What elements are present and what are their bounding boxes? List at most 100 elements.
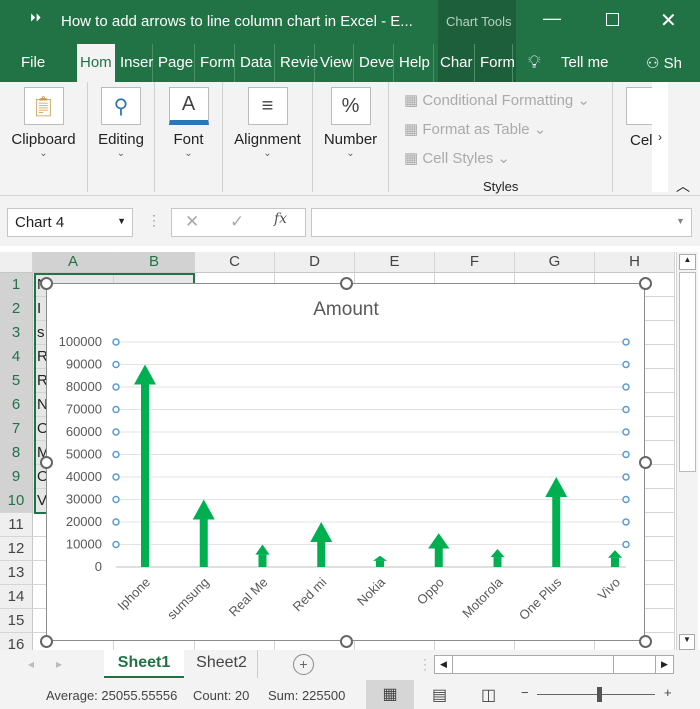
ribbon-scroll-right[interactable]: › [652,82,668,192]
zoom-slider[interactable] [537,694,655,695]
row-header-10[interactable]: 10 [0,489,33,513]
insert-function-button[interactable]: fx [274,211,287,227]
cell-styles-button[interactable]: ▦ Cell Styles ⌄ [404,149,510,167]
maximize-button[interactable] [606,13,619,26]
marker-left [112,495,120,504]
resize-handle[interactable] [40,456,53,469]
conditional-formatting-button[interactable]: ▦ Conditional Formatting ⌄ [404,91,590,109]
ribbon-tab-file[interactable]: File [18,44,58,82]
page-layout-view-button[interactable]: ▤ [432,685,447,705]
row-header-9[interactable]: 9 [0,465,33,489]
column-header-d[interactable]: D [275,252,355,273]
ribbon-tab-form[interactable]: Form [197,44,235,82]
zoom-slider-thumb[interactable] [597,687,602,702]
select-all[interactable] [0,252,33,273]
row-header-15[interactable]: 15 [0,609,33,633]
resize-handle[interactable] [639,277,652,290]
resize-handle[interactable] [340,635,353,648]
row-header-14[interactable]: 14 [0,585,33,609]
clipboard-icon: 📋︎ [23,87,64,125]
y-tick-label: 10000 [66,537,102,552]
collapse-ribbon-button[interactable]: ︿ [676,176,690,196]
next-sheet-icon[interactable]: ▸ [56,657,62,671]
column-header-c[interactable]: C [195,252,275,273]
ribbon-tab-hom[interactable]: Hom [77,44,115,82]
format-as-table-button[interactable]: ▦ Format as Table ⌄ [404,120,546,138]
zoom-out-button[interactable]: − [521,685,529,700]
row-header-5[interactable]: 5 [0,369,33,393]
name-box[interactable]: Chart 4 ▼ [7,208,133,237]
row-header-6[interactable]: 6 [0,393,33,417]
row-header-13[interactable]: 13 [0,561,33,585]
row-header-11[interactable]: 11 [0,513,33,537]
page-break-view-button[interactable]: ◫ [481,685,496,705]
column-header-g[interactable]: G [515,252,595,273]
tell-me[interactable]: Tell me [561,54,609,71]
marker-left [112,383,120,391]
group-label: Clipboard [11,131,76,148]
row-header-4[interactable]: 4 [0,345,33,369]
ribbon-tab-inser[interactable]: Inser [117,44,153,82]
splitter-handle[interactable]: ⋮ [418,656,432,673]
bar-shaft [552,497,561,567]
sheet-tab-sheet1[interactable]: Sheet1 [104,650,184,678]
ribbon-group-font[interactable]: A Font ⌄ [155,82,223,192]
x-tick-label: Real Me [226,575,271,620]
name-box-value: Chart 4 [15,214,65,231]
bar-arrowhead [490,549,505,558]
ribbon-group-number[interactable]: % Number ⌄ [313,82,389,192]
resize-handle[interactable] [40,635,53,648]
row-header-7[interactable]: 7 [0,417,33,441]
more-icon: ⋮ [147,212,161,228]
row-header-3[interactable]: 3 [0,321,33,345]
marker-left [112,473,120,481]
row-header-1[interactable]: 1 [0,273,33,297]
column-header-a[interactable]: A [33,252,114,273]
quick-access-icon[interactable]: ⏵⏵ [30,12,41,25]
vertical-scrollbar[interactable]: ▲ ▼ [676,252,698,652]
close-button[interactable]: ✕ [660,8,677,33]
ribbon-group-alignment[interactable]: ≡ Alignment ⌄ [223,82,313,192]
ribbon-tab-page[interactable]: Page [155,44,195,82]
resize-handle[interactable] [340,277,353,290]
column-header-e[interactable]: E [355,252,435,273]
column-header-h[interactable]: H [595,252,675,273]
column-header-b[interactable]: B [114,252,195,273]
enter-icon[interactable]: ✓ [230,212,244,232]
formula-input[interactable] [311,208,692,237]
share-button[interactable]: ⚇ Sh [646,54,682,72]
ribbon-group-clipboard[interactable]: 📋︎ Clipboard ⌄ [0,82,88,192]
ribbon-tab-data[interactable]: Data [237,44,275,82]
marker-right [622,518,630,526]
column-header-f[interactable]: F [435,252,515,273]
ribbon-tab-form[interactable]: Form [477,44,515,82]
cells-label[interactable]: Cel [630,132,653,149]
row-header-8[interactable]: 8 [0,441,33,465]
minimize-button[interactable]: — [543,8,561,29]
resize-handle[interactable] [639,635,652,648]
scroll-thumb[interactable] [679,272,696,472]
ribbon-group-editing[interactable]: ⚲ Editing ⌄ [88,82,155,192]
ribbon-tab-help[interactable]: Help [396,44,434,82]
horizontal-scrollbar[interactable]: ◀ ▶ [434,655,674,674]
ribbon-tab-view[interactable]: View [317,44,354,82]
ribbon-tab-char[interactable]: Char [437,44,475,82]
zoom-in-button[interactable]: + [664,685,672,700]
add-sheet-button[interactable]: + [293,654,314,675]
label: Cell Styles [422,150,494,167]
resize-handle[interactable] [40,277,53,290]
y-tick-label: 40000 [66,469,102,484]
ribbon-tab-revie[interactable]: Revie [277,44,318,82]
row-header-12[interactable]: 12 [0,537,33,561]
normal-view-button[interactable]: ▦ [366,680,414,709]
group-label: Editing [98,131,144,148]
x-tick-label: Red mi [290,574,330,614]
row-header-2[interactable]: 2 [0,297,33,321]
ribbon-tab-deve[interactable]: Deve [356,44,394,82]
cancel-icon[interactable]: ✕ [185,212,199,232]
marker-right [622,495,630,504]
sheet-tab-sheet2[interactable]: Sheet2 [186,650,258,678]
chart[interactable]: Amount 0 10000 20000 30000 40000 50000 60000 700… [46,283,645,641]
prev-sheet-icon[interactable]: ◂ [28,657,34,671]
resize-handle[interactable] [639,456,652,469]
